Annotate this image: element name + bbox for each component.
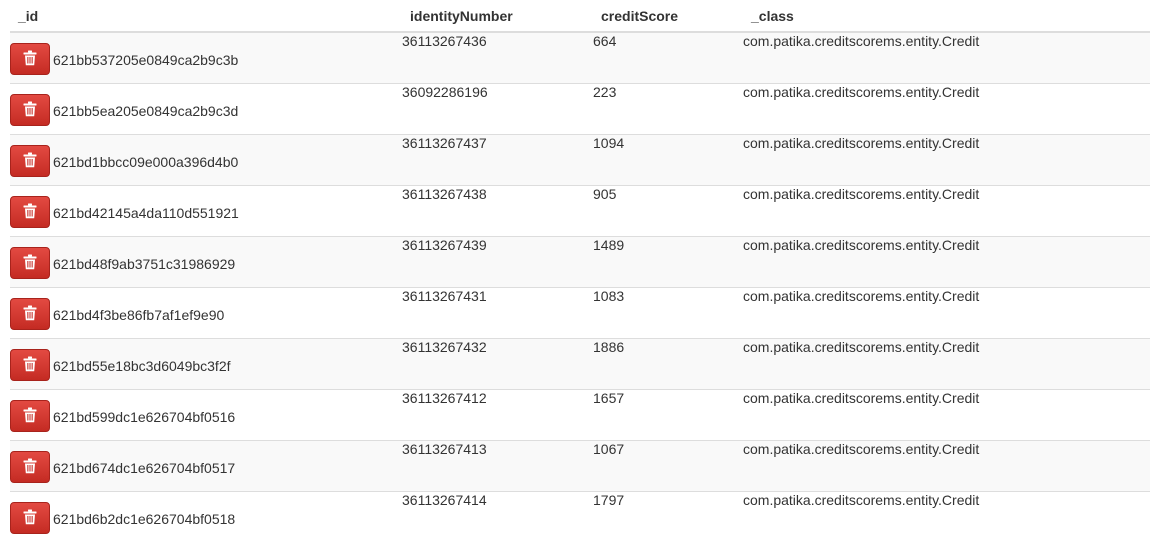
table-row: 621bd48f9ab3751c31986929 36113267439 148…: [10, 236, 1150, 288]
credit-score-cell[interactable]: 905: [593, 185, 743, 237]
id-cell-content: 621bd4f3be86fb7af1ef9e90: [10, 288, 402, 338]
documents-view: _id identityNumber creditScore _class 62…: [0, 0, 1161, 539]
table-row: 621bd42145a4da110d551921 36113267438 905…: [10, 185, 1150, 237]
credit-score-cell[interactable]: 1797: [593, 491, 743, 539]
id-cell: 621bd48f9ab3751c31986929: [10, 236, 402, 288]
delete-button[interactable]: [10, 94, 50, 126]
identity-number-cell[interactable]: 36113267437: [402, 134, 593, 186]
delete-button[interactable]: [10, 349, 50, 381]
identity-number-cell[interactable]: 36113267439: [402, 236, 593, 288]
class-cell[interactable]: com.patika.creditscorems.entity.Credit: [743, 389, 1150, 441]
id-cell-content: 621bd6b2dc1e626704bf0518: [10, 492, 402, 539]
id-cell: 621bd599dc1e626704bf0516: [10, 389, 402, 441]
document-id[interactable]: 621bb537205e0849ca2b9c3b: [53, 52, 238, 68]
id-cell: 621bd1bbcc09e000a396d4b0: [10, 134, 402, 186]
trash-icon: [23, 305, 37, 324]
identity-number-cell[interactable]: 36113267413: [402, 440, 593, 492]
identity-number-cell[interactable]: 36113267412: [402, 389, 593, 441]
credit-score-cell[interactable]: 1886: [593, 338, 743, 390]
document-id[interactable]: 621bd42145a4da110d551921: [53, 205, 239, 221]
table-header: _id identityNumber creditScore _class: [10, 0, 1150, 33]
identity-number-cell[interactable]: 36113267438: [402, 185, 593, 237]
column-header-class[interactable]: _class: [743, 0, 1150, 33]
document-id[interactable]: 621bd674dc1e626704bf0517: [53, 460, 235, 476]
document-id[interactable]: 621bd48f9ab3751c31986929: [53, 256, 235, 272]
credit-score-cell[interactable]: 1094: [593, 134, 743, 186]
document-id[interactable]: 621bd4f3be86fb7af1ef9e90: [53, 307, 224, 323]
table-row: 621bd1bbcc09e000a396d4b0 36113267437 109…: [10, 134, 1150, 186]
column-header-identity-number[interactable]: identityNumber: [402, 0, 593, 33]
identity-number-cell[interactable]: 36113267431: [402, 287, 593, 339]
id-cell: 621bd42145a4da110d551921: [10, 185, 402, 237]
delete-button[interactable]: [10, 451, 50, 483]
table-body: 621bb537205e0849ca2b9c3b 36113267436 664…: [10, 31, 1150, 539]
table-row: 621bd4f3be86fb7af1ef9e90 36113267431 108…: [10, 287, 1150, 339]
trash-icon: [23, 101, 37, 120]
trash-icon: [23, 152, 37, 171]
class-cell[interactable]: com.patika.creditscorems.entity.Credit: [743, 338, 1150, 390]
table-row: 621bd674dc1e626704bf0517 36113267413 106…: [10, 440, 1150, 492]
credit-score-cell[interactable]: 223: [593, 83, 743, 135]
header-row: _id identityNumber creditScore _class: [10, 0, 1150, 33]
delete-button[interactable]: [10, 400, 50, 432]
trash-icon: [23, 254, 37, 273]
identity-number-cell[interactable]: 36092286196: [402, 83, 593, 135]
id-cell-content: 621bd599dc1e626704bf0516: [10, 390, 402, 440]
document-id[interactable]: 621bd55e18bc3d6049bc3f2f: [53, 358, 231, 374]
class-cell[interactable]: com.patika.creditscorems.entity.Credit: [743, 236, 1150, 288]
table-row: 621bd599dc1e626704bf0516 36113267412 165…: [10, 389, 1150, 441]
class-cell[interactable]: com.patika.creditscorems.entity.Credit: [743, 491, 1150, 539]
class-cell[interactable]: com.patika.creditscorems.entity.Credit: [743, 31, 1150, 84]
identity-number-cell[interactable]: 36113267432: [402, 338, 593, 390]
credit-score-cell[interactable]: 664: [593, 31, 743, 84]
trash-icon: [23, 407, 37, 426]
delete-button[interactable]: [10, 247, 50, 279]
trash-icon: [23, 203, 37, 222]
class-cell[interactable]: com.patika.creditscorems.entity.Credit: [743, 134, 1150, 186]
id-cell: 621bd674dc1e626704bf0517: [10, 440, 402, 492]
column-header-credit-score[interactable]: creditScore: [593, 0, 743, 33]
table-row: 621bd6b2dc1e626704bf0518 36113267414 179…: [10, 491, 1150, 539]
id-cell: 621bb537205e0849ca2b9c3b: [10, 31, 402, 84]
id-cell: 621bd4f3be86fb7af1ef9e90: [10, 287, 402, 339]
column-header-id[interactable]: _id: [10, 0, 402, 33]
document-id[interactable]: 621bd599dc1e626704bf0516: [53, 409, 235, 425]
document-id[interactable]: 621bd6b2dc1e626704bf0518: [53, 511, 235, 527]
id-cell-content: 621bd42145a4da110d551921: [10, 186, 402, 236]
id-cell-content: 621bd55e18bc3d6049bc3f2f: [10, 339, 402, 389]
class-cell[interactable]: com.patika.creditscorems.entity.Credit: [743, 440, 1150, 492]
table-row: 621bb5ea205e0849ca2b9c3d 36092286196 223…: [10, 83, 1150, 135]
class-cell[interactable]: com.patika.creditscorems.entity.Credit: [743, 83, 1150, 135]
identity-number-cell[interactable]: 36113267414: [402, 491, 593, 539]
delete-button[interactable]: [10, 43, 50, 75]
document-id[interactable]: 621bb5ea205e0849ca2b9c3d: [53, 103, 238, 119]
delete-button[interactable]: [10, 196, 50, 228]
document-id[interactable]: 621bd1bbcc09e000a396d4b0: [53, 154, 238, 170]
id-cell: 621bb5ea205e0849ca2b9c3d: [10, 83, 402, 135]
class-cell[interactable]: com.patika.creditscorems.entity.Credit: [743, 287, 1150, 339]
credit-score-cell[interactable]: 1489: [593, 236, 743, 288]
id-cell-content: 621bb537205e0849ca2b9c3b: [10, 33, 402, 83]
trash-icon: [23, 458, 37, 477]
delete-button[interactable]: [10, 145, 50, 177]
id-cell-content: 621bd48f9ab3751c31986929: [10, 237, 402, 287]
id-cell-content: 621bb5ea205e0849ca2b9c3d: [10, 84, 402, 134]
delete-button[interactable]: [10, 502, 50, 534]
table-row: 621bd55e18bc3d6049bc3f2f 36113267432 188…: [10, 338, 1150, 390]
trash-icon: [23, 50, 37, 69]
table-row: 621bb537205e0849ca2b9c3b 36113267436 664…: [10, 31, 1150, 84]
id-cell: 621bd6b2dc1e626704bf0518: [10, 491, 402, 539]
credit-score-cell[interactable]: 1067: [593, 440, 743, 492]
trash-icon: [23, 509, 37, 528]
trash-icon: [23, 356, 37, 375]
credit-score-cell[interactable]: 1083: [593, 287, 743, 339]
documents-table: _id identityNumber creditScore _class 62…: [10, 0, 1150, 539]
identity-number-cell[interactable]: 36113267436: [402, 31, 593, 84]
delete-button[interactable]: [10, 298, 50, 330]
id-cell-content: 621bd1bbcc09e000a396d4b0: [10, 135, 402, 185]
id-cell-content: 621bd674dc1e626704bf0517: [10, 441, 402, 491]
credit-score-cell[interactable]: 1657: [593, 389, 743, 441]
id-cell: 621bd55e18bc3d6049bc3f2f: [10, 338, 402, 390]
class-cell[interactable]: com.patika.creditscorems.entity.Credit: [743, 185, 1150, 237]
